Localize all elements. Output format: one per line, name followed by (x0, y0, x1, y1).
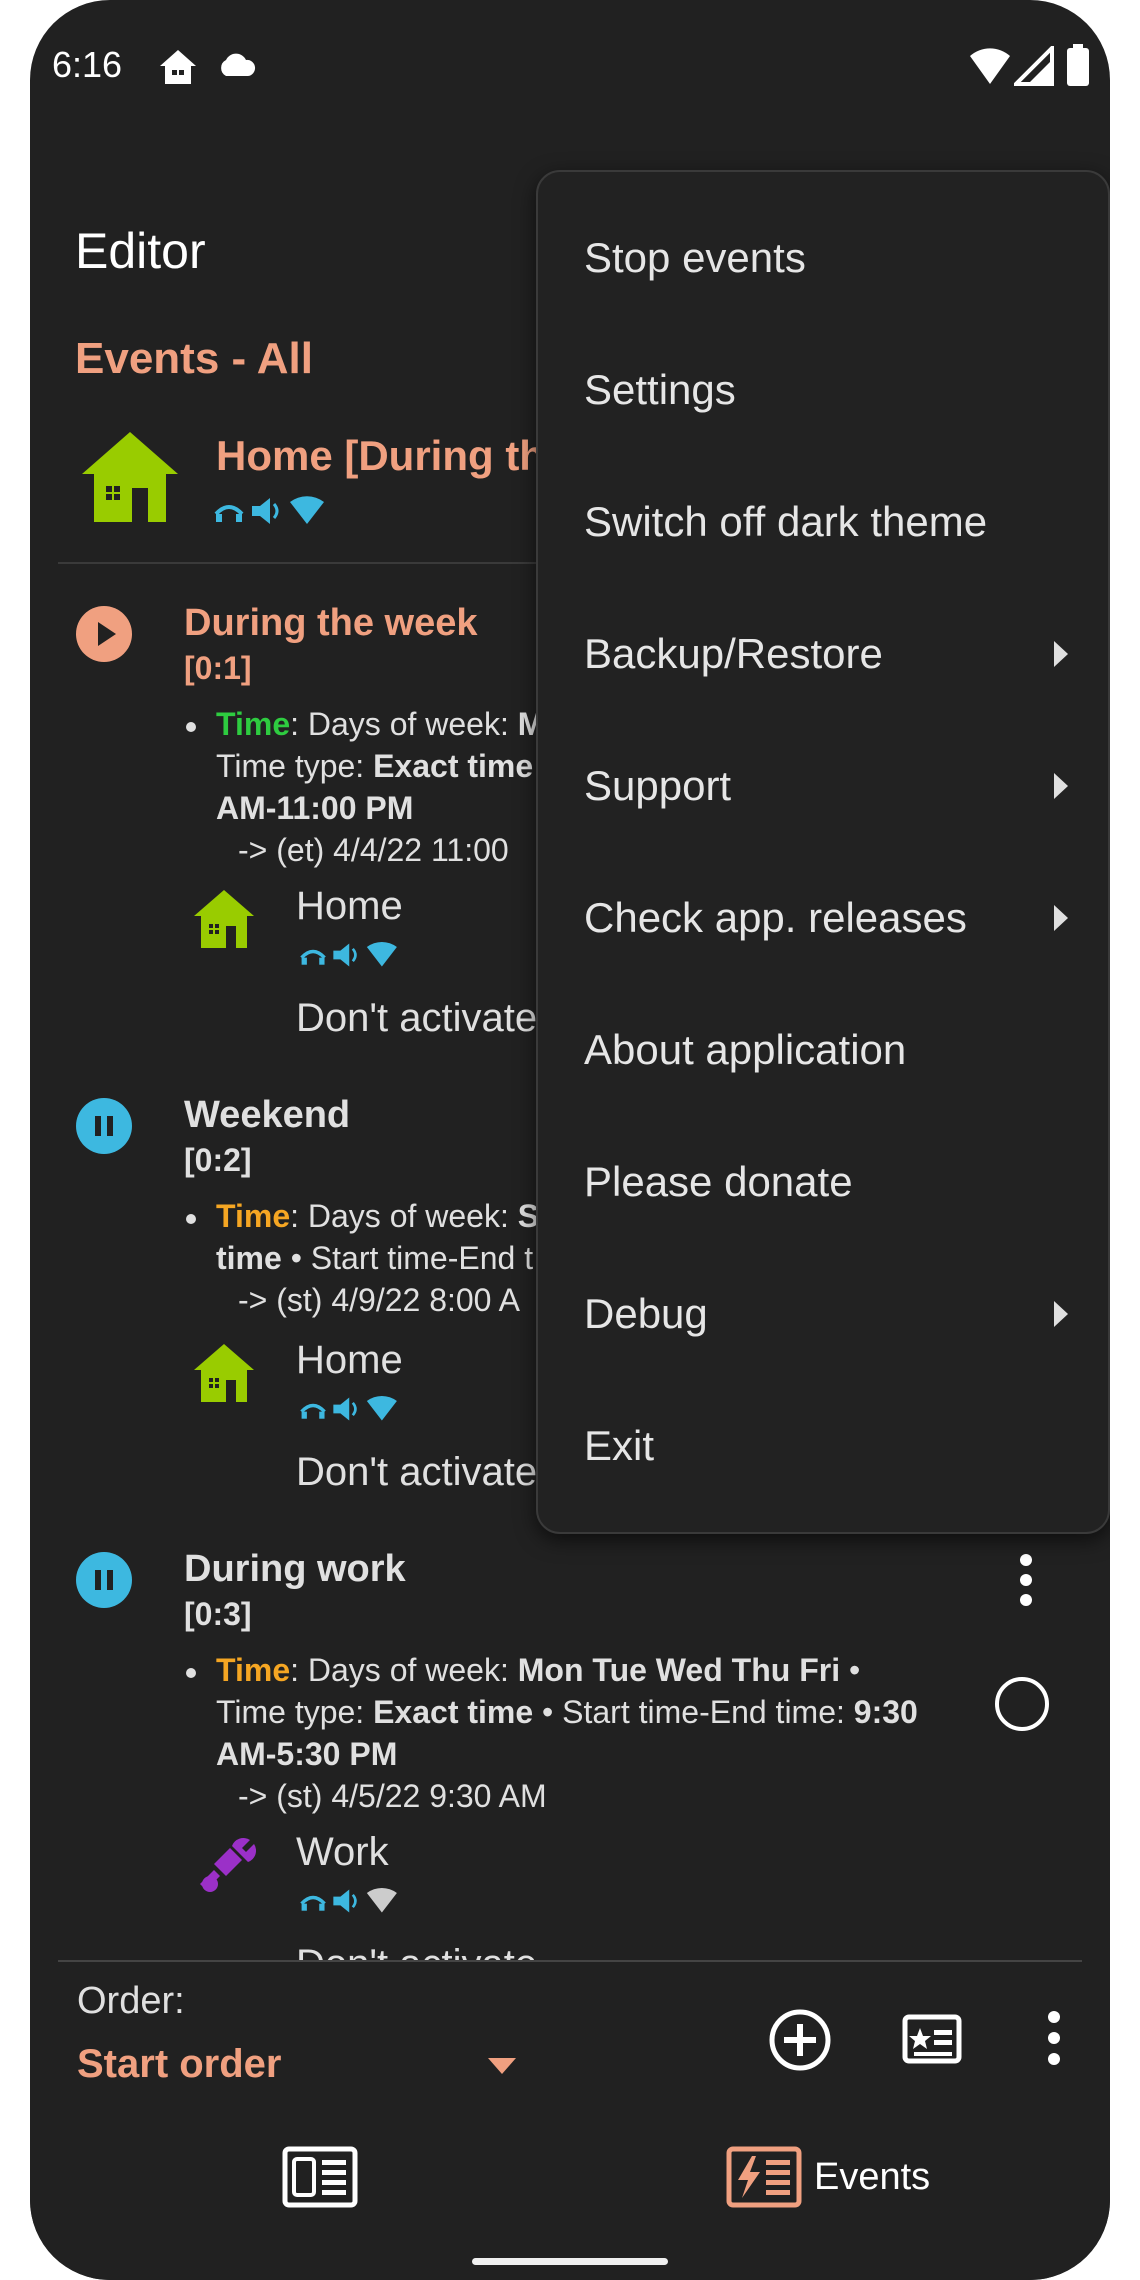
work-icon (200, 1838, 256, 1892)
home-profile-icon (82, 432, 178, 522)
cloud-icon (221, 53, 256, 76)
event-condition-line1: Time: Days of week: M (216, 706, 545, 742)
home-status-icon (160, 50, 196, 84)
event-profile-name: Home (296, 1338, 403, 1382)
screen: 6:16 Editor Events - All Home [During th (30, 0, 1110, 2280)
event-condition-line1: Time: Days of week: S (216, 1198, 540, 1234)
order-select[interactable]: Start order (77, 2042, 282, 2087)
menu-item-donate[interactable]: Please donate (584, 1152, 1068, 1212)
profile-indicators (212, 494, 332, 528)
bullet (186, 722, 196, 732)
events-filter-title[interactable]: Events - All (75, 334, 313, 384)
menu-item-about[interactable]: About application (584, 1020, 1068, 1080)
event-condition-line1: Time: Days of week: Mon Tue Wed Thu Fri … (216, 1652, 861, 1688)
gesture-bar (472, 2258, 668, 2265)
event-order: [0:1] (184, 650, 252, 686)
menu-item-switch-theme[interactable]: Switch off dark theme (584, 492, 1068, 552)
page-title: Editor (75, 223, 206, 279)
menu-item-exit[interactable]: Exit (584, 1416, 1068, 1476)
events-nav-icon[interactable] (726, 2146, 802, 2208)
add-icon[interactable] (768, 2008, 832, 2072)
pause-icon[interactable] (76, 1098, 132, 1154)
profile-card-icon[interactable] (902, 2014, 962, 2064)
event-profile-name: Work (296, 1830, 389, 1874)
wifi-icon (970, 48, 1010, 84)
pause-icon[interactable] (76, 1552, 132, 1608)
radio-icon[interactable] (994, 1676, 1050, 1732)
event-order: [0:2] (184, 1142, 252, 1178)
overflow-menu: Stop events Settings Switch off dark the… (536, 170, 1110, 1534)
event-condition-line3: AM-5:30 PM (216, 1736, 398, 1772)
chevron-right-icon (1054, 773, 1068, 799)
event-name[interactable]: During work (184, 1548, 406, 1591)
bullet (186, 1214, 196, 1224)
status-time: 6:16 (52, 44, 123, 85)
menu-item-settings[interactable]: Settings (584, 360, 1068, 420)
event-name[interactable]: During the week (184, 602, 478, 645)
dropdown-icon[interactable] (486, 2056, 518, 2076)
profile-indicators (296, 1886, 406, 1920)
event-next-time: -> (st) 4/5/22 9:30 AM (238, 1778, 547, 1814)
signal-icon (1014, 46, 1054, 86)
bottom-toolbar: Order: Start order Events (30, 1960, 1110, 2280)
event-condition-line2: Time type: Exact time (216, 748, 534, 784)
event-next-time: -> (st) 4/9/22 8:00 A (238, 1282, 520, 1318)
profile-indicators (296, 940, 406, 974)
toolbar-divider (58, 1960, 1082, 1962)
menu-item-backup-restore[interactable]: Backup/Restore (584, 624, 1068, 684)
event-profile-name: Home (296, 884, 403, 928)
chevron-right-icon (1054, 641, 1068, 667)
event-condition-line2: time • Start time-End t (216, 1240, 534, 1276)
nav-events-label[interactable]: Events (814, 2156, 930, 2199)
chevron-right-icon (1054, 905, 1068, 931)
more-vert-icon[interactable] (1044, 2010, 1064, 2066)
event-action: Don't activate (296, 996, 538, 1040)
event-order: [0:3] (184, 1596, 252, 1632)
event-name[interactable]: Weekend (184, 1094, 350, 1137)
header-divider (58, 562, 538, 564)
home-icon (194, 890, 254, 948)
chevron-right-icon (1054, 1301, 1068, 1327)
battery-icon (1067, 44, 1089, 86)
menu-item-debug[interactable]: Debug (584, 1284, 1068, 1344)
home-icon (194, 1344, 254, 1402)
bullet (186, 1668, 196, 1678)
event-condition-line3: AM-11:00 PM (216, 790, 414, 826)
event-next-time: -> (et) 4/4/22 11:00 (238, 832, 509, 868)
order-label: Order: (77, 1980, 185, 2022)
event-action: Don't activate (296, 1450, 538, 1494)
active-profile-name: Home [During th (216, 432, 545, 479)
editor-nav-icon[interactable] (282, 2146, 358, 2208)
play-icon[interactable] (76, 606, 132, 662)
menu-item-support[interactable]: Support (584, 756, 1068, 816)
event-condition-line2: Time type: Exact time • Start time-End t… (216, 1694, 918, 1730)
menu-item-stop-events[interactable]: Stop events (584, 228, 1068, 288)
profile-indicators (296, 1394, 406, 1428)
menu-item-check-releases[interactable]: Check app. releases (584, 888, 1068, 948)
more-vert-icon[interactable] (1014, 1552, 1038, 1608)
